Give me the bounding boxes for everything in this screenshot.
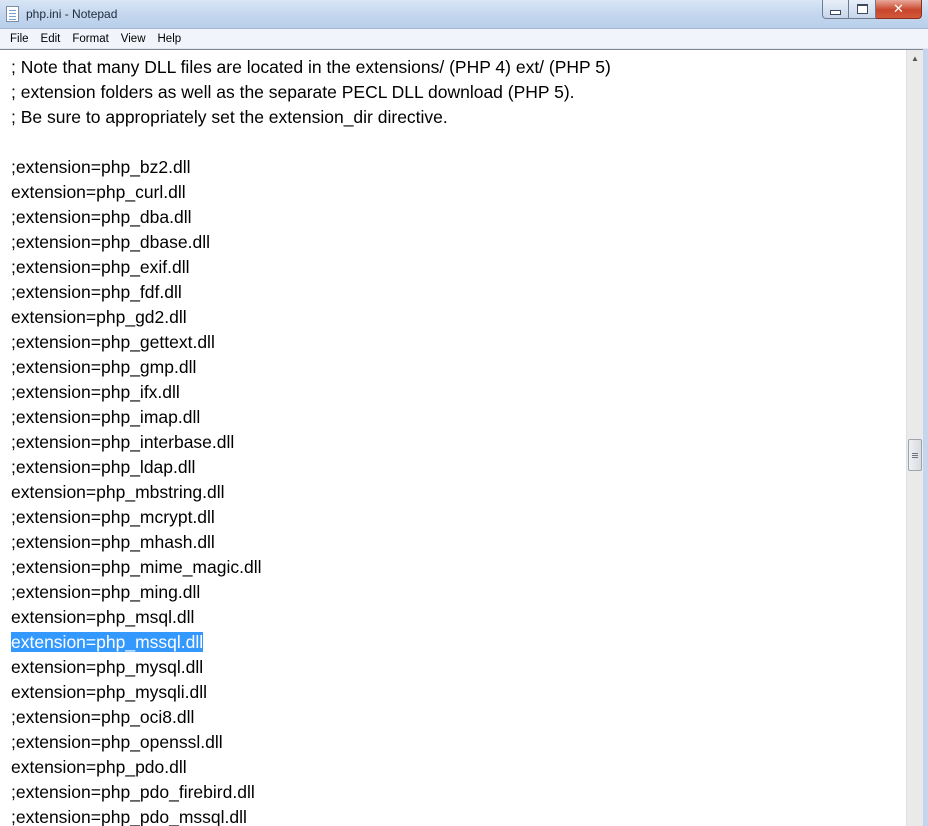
menu-bar: File Edit Format View Help <box>0 29 928 49</box>
text-line[interactable]: ; extension folders as well as the separ… <box>11 80 896 105</box>
text-line[interactable]: ;extension=php_dba.dll <box>11 205 896 230</box>
maximize-icon <box>856 4 868 14</box>
text-line[interactable]: ;extension=php_oci8.dll <box>11 705 896 730</box>
title-bar[interactable]: php.ini - Notepad ✕ <box>0 0 928 29</box>
close-button[interactable]: ✕ <box>876 0 922 19</box>
text-line[interactable]: ;extension=php_gmp.dll <box>11 355 896 380</box>
text-line[interactable]: ;extension=php_ldap.dll <box>11 455 896 480</box>
line-text: ;extension=php_mcrypt.dll <box>11 507 215 527</box>
line-text: extension=php_mysql.dll <box>11 657 204 677</box>
line-text: ;extension=php_dba.dll <box>11 207 192 227</box>
caption-buttons: ✕ <box>822 0 922 20</box>
line-text: ; extension folders as well as the separ… <box>11 82 575 102</box>
text-line[interactable]: ;extension=php_mcrypt.dll <box>11 505 896 530</box>
menu-view[interactable]: View <box>115 29 152 49</box>
text-line[interactable]: ;extension=php_gettext.dll <box>11 330 896 355</box>
line-text: extension=php_gd2.dll <box>11 307 187 327</box>
line-text: ; Note that many DLL files are located i… <box>11 57 611 77</box>
line-text: ;extension=php_gettext.dll <box>11 332 215 352</box>
line-text: ;extension=php_mime_magic.dll <box>11 557 262 577</box>
line-text: ;extension=php_mhash.dll <box>11 532 215 552</box>
text-line[interactable]: extension=php_mysql.dll <box>11 655 896 680</box>
line-text: ;extension=php_ldap.dll <box>11 457 196 477</box>
line-text: ;extension=php_openssl.dll <box>11 732 223 752</box>
text-line[interactable]: ;extension=php_mhash.dll <box>11 530 896 555</box>
text-line[interactable]: extension=php_mssql.dll <box>11 630 896 655</box>
minimize-button[interactable] <box>822 0 849 19</box>
line-text: extension=php_mysqli.dll <box>11 682 208 702</box>
text-line[interactable]: ;extension=php_exif.dll <box>11 255 896 280</box>
text-line[interactable]: ;extension=php_pdo_firebird.dll <box>11 780 896 805</box>
line-text: ;extension=php_ifx.dll <box>11 382 180 402</box>
text-line[interactable]: ;extension=php_ming.dll <box>11 580 896 605</box>
text-line[interactable]: extension=php_mbstring.dll <box>11 480 896 505</box>
text-editor[interactable]: ; Note that many DLL files are located i… <box>0 49 928 826</box>
text-line[interactable]: ;extension=php_openssl.dll <box>11 730 896 755</box>
close-icon: ✕ <box>893 1 904 17</box>
line-text: ;extension=php_interbase.dll <box>11 432 235 452</box>
text-line[interactable]: ;extension=php_fdf.dll <box>11 280 896 305</box>
line-text: ;extension=php_pdo_mssql.dll <box>11 807 247 826</box>
text-line[interactable]: ; Be sure to appropriately set the exten… <box>11 105 896 130</box>
line-text: ;extension=php_exif.dll <box>11 257 190 277</box>
line-text: ;extension=php_oci8.dll <box>11 707 195 727</box>
text-line[interactable]: ;extension=php_pdo_mssql.dll <box>11 805 896 826</box>
menu-help[interactable]: Help <box>152 29 188 49</box>
line-text: extension=php_curl.dll <box>11 182 186 202</box>
vertical-scrollbar[interactable]: ▲ <box>906 50 923 826</box>
menu-edit[interactable]: Edit <box>35 29 67 49</box>
text-line[interactable]: ; Note that many DLL files are located i… <box>11 55 896 80</box>
text-line[interactable]: ;extension=php_mime_magic.dll <box>11 555 896 580</box>
text-line[interactable]: extension=php_msql.dll <box>11 605 896 630</box>
line-text: ;extension=php_dbase.dll <box>11 232 210 252</box>
selected-text: extension=php_mssql.dll <box>11 632 204 652</box>
scroll-up-arrow-icon[interactable]: ▲ <box>907 50 923 67</box>
text-line[interactable] <box>11 130 896 155</box>
maximize-button[interactable] <box>849 0 876 19</box>
text-line[interactable]: ;extension=php_bz2.dll <box>11 155 896 180</box>
line-text: ;extension=php_pdo_firebird.dll <box>11 782 255 802</box>
text-line[interactable]: ;extension=php_interbase.dll <box>11 430 896 455</box>
text-line[interactable]: extension=php_curl.dll <box>11 180 896 205</box>
line-text: extension=php_mbstring.dll <box>11 482 225 502</box>
menu-file[interactable]: File <box>0 29 35 49</box>
text-content[interactable]: ; Note that many DLL files are located i… <box>11 55 896 826</box>
line-text: ;extension=php_imap.dll <box>11 407 201 427</box>
scroll-thumb[interactable] <box>908 439 922 471</box>
notepad-icon <box>6 6 19 22</box>
text-line[interactable]: ;extension=php_imap.dll <box>11 405 896 430</box>
text-line[interactable]: extension=php_pdo.dll <box>11 755 896 780</box>
line-text: extension=php_msql.dll <box>11 607 195 627</box>
menu-format[interactable]: Format <box>66 29 114 49</box>
line-text: ;extension=php_bz2.dll <box>11 157 191 177</box>
line-text: extension=php_pdo.dll <box>11 757 187 777</box>
window-frame <box>923 49 928 826</box>
grip-icon <box>912 452 918 454</box>
line-text: ; Be sure to appropriately set the exten… <box>11 107 448 127</box>
line-text: ;extension=php_gmp.dll <box>11 357 197 377</box>
text-line[interactable]: ;extension=php_ifx.dll <box>11 380 896 405</box>
window-title: php.ini - Notepad <box>26 7 118 21</box>
line-text: ;extension=php_ming.dll <box>11 582 201 602</box>
text-line[interactable]: ;extension=php_dbase.dll <box>11 230 896 255</box>
minimize-icon <box>830 9 841 15</box>
line-text: ;extension=php_fdf.dll <box>11 282 182 302</box>
text-line[interactable]: extension=php_gd2.dll <box>11 305 896 330</box>
text-line[interactable]: extension=php_mysqli.dll <box>11 680 896 705</box>
